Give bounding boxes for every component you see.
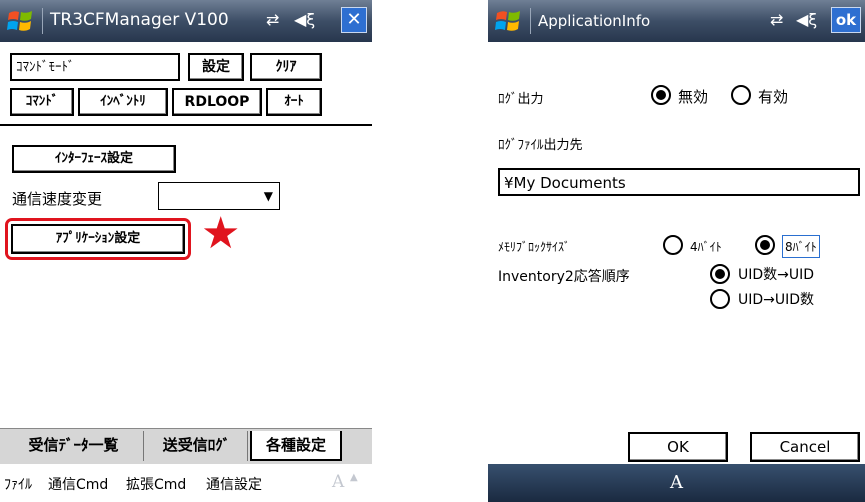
connectivity-icon[interactable]: ⇄: [770, 10, 783, 29]
tab-send-receive-log[interactable]: 送受信ﾛｸﾞ: [146, 431, 248, 461]
log-off-radio[interactable]: [651, 85, 671, 105]
title-separator: [530, 8, 531, 34]
input-panel-arrow-icon[interactable]: ▲: [350, 472, 358, 483]
window-title: TR3CFManager V100: [50, 10, 229, 30]
menu-comm-cmd[interactable]: 通信Cmd: [48, 474, 108, 494]
memory-block-size-label: ﾒﾓﾘﾌﾞﾛｯｸｻｲｽﾞ: [498, 240, 571, 254]
input-panel-icon[interactable]: A: [670, 472, 683, 493]
block-8byte-label: 8ﾊﾞｲﾄ: [782, 235, 820, 258]
interface-settings-button[interactable]: ｲﾝﾀｰﾌｪｰｽ設定: [12, 145, 176, 173]
inv-order-uid-first-radio[interactable]: [710, 289, 730, 309]
command-mode-field[interactable]: ｺﾏﾝﾄﾞﾓｰﾄﾞ: [10, 53, 180, 81]
log-off-label: 無効: [678, 88, 709, 106]
block-4byte-label: 4ﾊﾞｲﾄ: [690, 240, 722, 254]
baud-rate-select[interactable]: ▼: [158, 182, 280, 210]
auto-button[interactable]: ｵｰﾄ: [266, 88, 322, 116]
log-output-label: ﾛｸﾞ出力: [498, 92, 544, 107]
star-annotation-icon: ★: [201, 208, 241, 259]
cancel-button[interactable]: Cancel: [750, 432, 860, 462]
log-on-radio[interactable]: [731, 85, 751, 105]
volume-icon[interactable]: ◀ξ: [796, 10, 817, 29]
connectivity-icon[interactable]: ⇄: [266, 10, 279, 29]
application-settings-button[interactable]: ｱﾌﾟﾘｹｰｼｮﾝ設定: [11, 224, 185, 254]
tab-bar: 受信ﾃﾞｰﾀ一覧 送受信ﾛｸﾞ 各種設定: [0, 428, 372, 464]
inventory2-order-label: Inventory2応答順序: [498, 269, 630, 285]
title-separator: [42, 8, 43, 34]
windows-start-icon[interactable]: [6, 7, 36, 35]
log-destination-input[interactable]: ¥My Documents: [498, 168, 860, 196]
log-destination-label: ﾛｸﾞﾌｧｲﾙ出力先: [498, 138, 583, 153]
inventory-button[interactable]: ｲﾝﾍﾞﾝﾄﾘ: [78, 88, 168, 116]
windows-start-icon[interactable]: [494, 7, 524, 35]
clear-button[interactable]: ｸﾘｱ: [250, 53, 322, 81]
command-button[interactable]: ｺﾏﾝﾄﾞ: [10, 88, 74, 116]
close-button[interactable]: ✕: [341, 7, 367, 33]
application-info-window: ApplicationInfo ⇄ ◀ξ ok ﾛｸﾞ出力 無効 有効 ﾛｸﾞﾌ…: [488, 0, 865, 502]
chevron-down-icon: ▼: [263, 189, 273, 203]
volume-icon[interactable]: ◀ξ: [294, 10, 315, 29]
rdloop-button[interactable]: RDLOOP: [172, 88, 262, 116]
inv-order-uidcount-first-label: UID数→UID: [738, 267, 815, 283]
ok-button[interactable]: OK: [628, 432, 728, 462]
log-on-label: 有効: [758, 88, 789, 106]
input-panel-bar[interactable]: A: [488, 464, 865, 502]
window-title: ApplicationInfo: [538, 12, 651, 30]
menu-comm-settings[interactable]: 通信設定: [206, 474, 262, 494]
menu-bar: ﾌｧｲﾙ 通信Cmd 拡張Cmd 通信設定 A ▲: [0, 464, 372, 502]
input-panel-icon[interactable]: A: [332, 472, 344, 492]
block-4byte-radio[interactable]: [663, 235, 683, 255]
title-bar: TR3CFManager V100 ⇄ ◀ξ ✕: [0, 0, 372, 42]
inv-order-uidcount-first-radio[interactable]: [710, 264, 730, 284]
title-bar: ApplicationInfo ⇄ ◀ξ ok: [488, 0, 865, 42]
baud-rate-label: 通信速度変更: [12, 190, 103, 208]
settings-button[interactable]: 設定: [188, 53, 244, 81]
ok-title-button[interactable]: ok: [831, 7, 861, 33]
tr3cf-manager-window: TR3CFManager V100 ⇄ ◀ξ ✕ ｺﾏﾝﾄﾞﾓｰﾄﾞ 設定 ｸﾘ…: [0, 0, 372, 502]
divider: [0, 124, 372, 126]
inv-order-uid-first-label: UID→UID数: [738, 292, 815, 308]
menu-ext-cmd[interactable]: 拡張Cmd: [126, 474, 186, 494]
tab-various-settings[interactable]: 各種設定: [250, 431, 342, 461]
block-8byte-radio[interactable]: [755, 235, 775, 255]
tab-received-data[interactable]: 受信ﾃﾞｰﾀ一覧: [4, 431, 144, 461]
menu-file[interactable]: ﾌｧｲﾙ: [4, 474, 32, 494]
